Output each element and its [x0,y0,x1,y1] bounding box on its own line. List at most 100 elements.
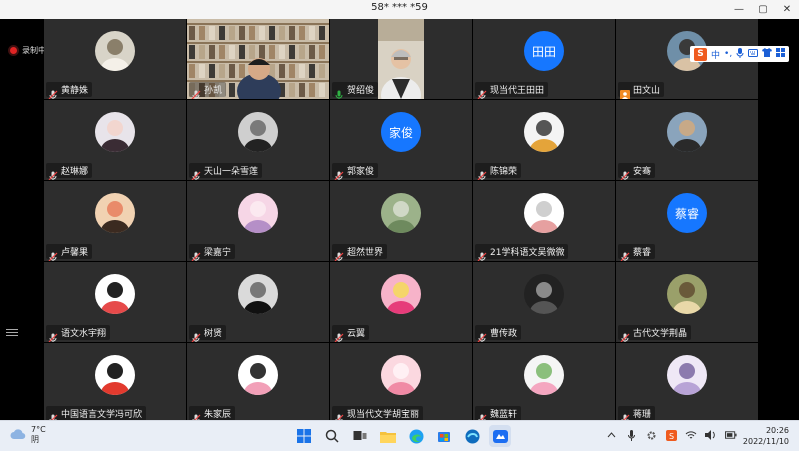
participant-tile[interactable]: 曹传政 [473,262,615,342]
svg-text:S: S [669,432,674,441]
participant-nameplate: 梁嘉宁 [189,244,236,261]
ime-punct[interactable]: •, [724,49,732,59]
participant-tile[interactable]: 超然世界 [330,181,472,261]
participant-tile[interactable]: 朱家辰 [187,343,329,423]
participant-avatar [238,112,278,152]
participant-name: 魏蓝轩 [490,410,518,420]
participant-avatar [667,112,707,152]
participant-tile[interactable]: 卢馨果 [44,181,186,261]
file-explorer-icon[interactable] [377,425,399,447]
participant-nameplate: 魏蓝轩 [475,406,522,423]
participant-name: 朱家辰 [204,410,232,420]
participant-tile[interactable]: 安骞 [616,100,758,180]
participant-tile[interactable]: 梁嘉宁 [187,181,329,261]
search-icon[interactable] [321,425,343,447]
participant-name: 天山一朵雪莲 [204,167,259,177]
participant-tile[interactable]: 蔡睿 蔡睿 [616,181,758,261]
weather-widget[interactable]: 7°C 阴 [10,425,46,445]
participant-tile[interactable]: 黄静姝 [44,19,186,99]
ime-skin-icon[interactable] [762,48,773,60]
mic-muted-icon [191,85,201,99]
window-title: 58* *** *59 [371,2,428,13]
clock-time: 20:26 [765,426,789,435]
participant-nameplate: 黄静姝 [46,82,93,99]
mic-muted-icon [48,166,58,180]
participant-tile[interactable]: 赵琳娜 [44,100,186,180]
cloud-icon [10,428,26,442]
windows-icon[interactable] [293,425,315,447]
participant-tile[interactable]: 树贤 [187,262,329,342]
participant-name: 21学科语文吴微微 [490,248,565,258]
maximize-button[interactable]: ▢ [751,0,775,19]
edge-beta-icon[interactable] [461,425,483,447]
participant-nameplate: 现当代王田田 [475,82,549,99]
record-dot-icon [10,47,17,54]
participant-avatar: 田田 [524,31,564,71]
ime-mode[interactable]: 中 [711,48,720,61]
volume-icon[interactable] [705,429,717,441]
participant-tile[interactable]: 蒋珊 [616,343,758,423]
participant-avatar [381,193,421,233]
store-icon[interactable] [433,425,455,447]
edge-icon[interactable] [405,425,427,447]
system-clock[interactable]: 20:26 2022/11/10 [743,425,789,447]
mic-muted-icon [477,328,487,342]
participant-tile[interactable]: 21学科语文吴微微 [473,181,615,261]
participant-avatar [524,193,564,233]
participant-name: 卢馨果 [61,248,89,258]
participant-avatar [95,274,135,314]
participant-name: 郭家俊 [347,167,375,177]
participant-tile[interactable]: 中国语言文学冯可欣 [44,343,186,423]
participant-tile[interactable]: 古代文学荆晶 [616,262,758,342]
chevron-up-icon[interactable] [605,429,617,441]
mic-muted-icon [620,247,630,261]
weather-temp: 7°C [31,425,46,434]
battery-icon[interactable] [725,429,737,441]
participant-tile[interactable]: 陈锦荣 [473,100,615,180]
close-button[interactable]: ✕ [775,0,799,19]
participant-tile[interactable]: 云翼 [330,262,472,342]
ime-keyboard-icon[interactable] [748,48,759,60]
tray-mic-icon[interactable] [625,429,637,441]
meeting-app-icon[interactable] [489,425,511,447]
ime-mic-icon[interactable] [736,47,744,61]
wifi-icon[interactable] [685,429,697,441]
participant-tile[interactable]: 孙凯 [187,19,329,99]
ime-toolbar[interactable]: S 中 •, [690,46,790,62]
recording-label: 录制中 [22,46,46,55]
participant-nameplate: 赵琳娜 [46,163,93,180]
participant-name: 黄静姝 [61,86,89,96]
participant-tile[interactable]: 田田现当代王田田 [473,19,615,99]
participant-name: 云翼 [347,329,366,339]
minimize-button[interactable]: — [727,0,751,19]
weather-text: 阴 [31,435,39,444]
participant-avatar [381,355,421,395]
ime-grid-icon[interactable] [776,48,786,60]
mic-muted-icon [191,247,201,261]
settings-icon[interactable] [645,429,657,441]
mic-muted-icon [620,166,630,180]
participant-name: 安骞 [633,167,652,177]
participant-nameplate: 郭家俊 [332,163,379,180]
participant-avatar [667,355,707,395]
mic-muted-icon [48,247,58,261]
participant-list-icon[interactable] [6,327,18,338]
sogou-icon[interactable]: S [665,429,677,441]
participant-name: 现当代文学胡宝丽 [347,410,420,420]
participant-tile[interactable]: 魏蓝轩 [473,343,615,423]
participant-nameplate: 曹传政 [475,325,522,342]
participant-tile[interactable]: 贺绍俊 [330,19,472,99]
participant-name: 蒋珊 [633,410,652,420]
participant-tile[interactable]: 天山一朵雪莲 [187,100,329,180]
mic-muted-icon [477,85,487,99]
participant-name: 田文山 [633,86,661,96]
task-view-icon[interactable] [349,425,371,447]
participant-avatar [524,112,564,152]
recording-indicator[interactable]: 录制中 [10,45,46,56]
participant-tile[interactable]: 现当代文学胡宝丽 [330,343,472,423]
mic-muted-icon [620,409,630,423]
participant-nameplate: 超然世界 [332,244,388,261]
participant-tile[interactable]: 语文水宇翔 [44,262,186,342]
participant-name: 超然世界 [347,248,384,258]
participant-tile[interactable]: 家俊 郭家俊 [330,100,472,180]
